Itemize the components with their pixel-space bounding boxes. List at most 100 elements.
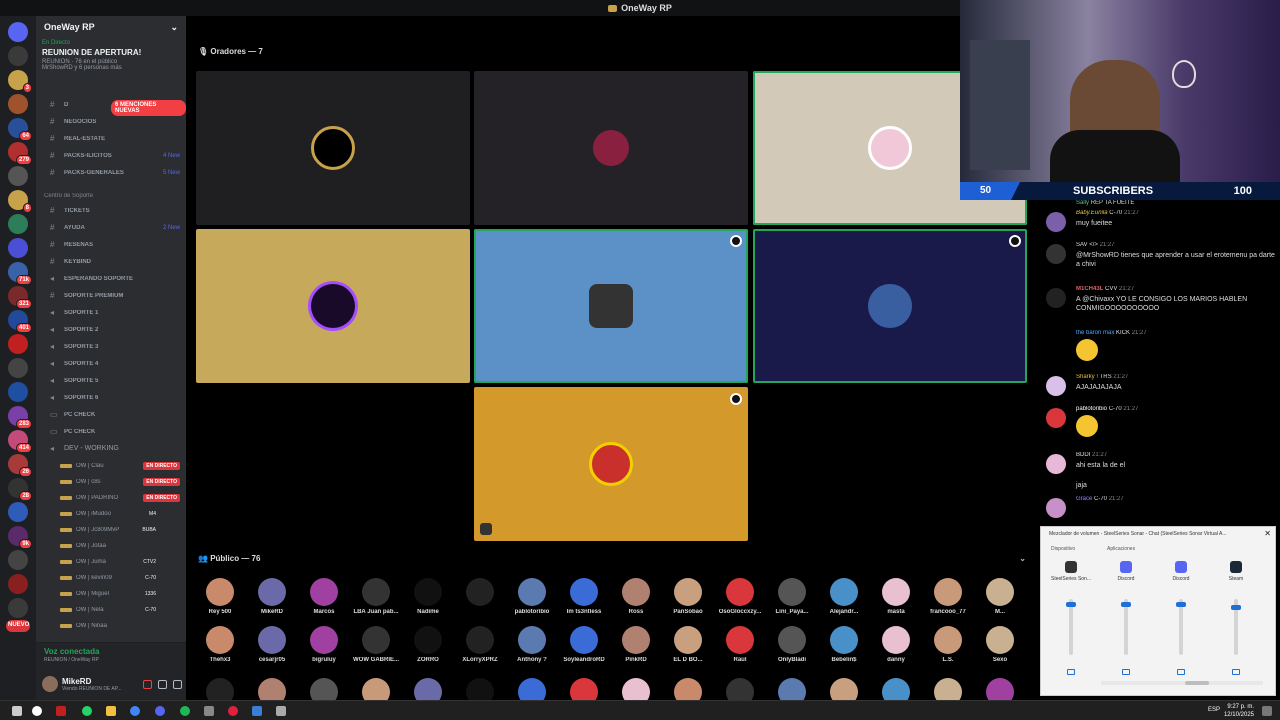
voice-channel[interactable]: ◂ SOPORTE 6 [36, 389, 186, 406]
volume-slider[interactable] [1231, 599, 1241, 655]
server-icon[interactable] [8, 94, 28, 114]
server-icon[interactable]: 401 [8, 310, 32, 333]
speaker-tile[interactable] [196, 229, 470, 383]
audience-member[interactable]: francooo_77 [924, 578, 972, 615]
server-icon[interactable] [8, 502, 28, 522]
voice-member[interactable]: OW | Nela C-70 [60, 602, 186, 618]
speaker-tile[interactable] [474, 387, 748, 541]
audience-member[interactable]: OnlyBladi [768, 626, 816, 663]
server-icon[interactable] [8, 334, 28, 354]
channel-item[interactable]: # PACKS-GENERALES 5 New [36, 164, 186, 181]
audience-member[interactable]: Raúl [716, 626, 764, 663]
audience-member[interactable]: Alejandr... [820, 578, 868, 615]
voice-member[interactable]: OW | Ninaa [60, 618, 186, 634]
start-icon[interactable] [32, 706, 42, 716]
audience-member[interactable]: PanSobao [664, 578, 712, 615]
channel-item[interactable]: # TICKETS [36, 202, 186, 219]
audience-member[interactable]: MikeRD [248, 578, 296, 615]
chevron-down-icon[interactable]: ⌄ [1019, 554, 1026, 563]
voice-member[interactable]: OW | PADRINO EN DIRECTO [60, 490, 186, 506]
server-icon[interactable] [8, 238, 28, 258]
audience-member[interactable]: Sexo [976, 626, 1024, 663]
voice-member[interactable]: OW | Juma CTV2 [60, 554, 186, 570]
audience-member[interactable]: masta [872, 578, 920, 615]
channel-item[interactable]: # KEYBIND [36, 253, 186, 270]
app-icon[interactable] [204, 706, 214, 716]
voice-member[interactable]: OW | iMudoo M4 [60, 506, 186, 522]
speaker-icon[interactable] [1067, 669, 1075, 675]
audience-member[interactable]: danny [872, 626, 920, 663]
audience-member[interactable]: Lini_Paya... [768, 578, 816, 615]
voice-channel[interactable]: ◂ SOPORTE 2 [36, 321, 186, 338]
audience-member[interactable]: Ross [612, 578, 660, 615]
volume-slider-thumb[interactable] [1121, 601, 1131, 607]
channel-item[interactable]: # REAL-ESTATE [36, 130, 186, 147]
chrome-icon[interactable] [130, 706, 140, 716]
audience-member[interactable]: pablotoribio [508, 578, 556, 615]
volume-slider-thumb[interactable] [1176, 601, 1186, 607]
channel-item[interactable]: # SOPORTE PREMIUM [36, 287, 186, 304]
audience-member[interactable]: Im ts3ntless [560, 578, 608, 615]
language-indicator[interactable]: ESP [1208, 707, 1220, 713]
audience-member[interactable]: Anthony ? [508, 626, 556, 663]
server-icon[interactable]: 8 [8, 190, 32, 213]
voice-member[interactable]: OW | kevin09 C-70 [60, 570, 186, 586]
server-icon[interactable]: 9k [8, 526, 32, 549]
audience-member[interactable]: M... [976, 578, 1024, 615]
audience-member[interactable]: L.S. [924, 626, 972, 663]
volume-slider-thumb[interactable] [1066, 601, 1076, 607]
speaker-icon[interactable] [1122, 669, 1130, 675]
voice-channel[interactable]: ◂ SOPORTE 4 [36, 355, 186, 372]
voice-channel[interactable]: ◂ SOPORTE 5 [36, 372, 186, 389]
audience-member[interactable] [456, 578, 504, 609]
audience-member[interactable]: Rey 500 [196, 578, 244, 615]
server-icon[interactable] [8, 574, 28, 594]
discord-icon[interactable] [155, 706, 165, 716]
server-icon[interactable]: 28 [8, 478, 32, 501]
volume-slider[interactable] [1176, 599, 1186, 655]
notepad-icon[interactable] [252, 706, 262, 716]
spotify-icon[interactable] [180, 706, 190, 716]
horizontal-scrollbar[interactable] [1101, 681, 1263, 685]
whatsapp-icon[interactable] [82, 706, 92, 716]
app-icon[interactable] [276, 706, 286, 716]
voice-member[interactable]: OW | Jotaa [60, 538, 186, 554]
channel-item[interactable]: # PACKS-ILÍCITOS 4 New [36, 147, 186, 164]
system-clock[interactable]: 9:27 p. m. 12/10/2025 [1224, 703, 1254, 719]
discord-home-icon[interactable] [8, 22, 28, 42]
audience-member[interactable]: bigruluy [300, 626, 348, 663]
audience-member[interactable]: Marcos [300, 578, 348, 615]
voice-channel[interactable]: ▭ PC CHECK [36, 406, 186, 423]
audience-member[interactable]: EL D BO... [664, 626, 712, 663]
channel-item[interactable]: # RESEÑAS [36, 236, 186, 253]
speaker-tile[interactable] [474, 229, 748, 383]
speaker-icon[interactable] [1232, 669, 1240, 675]
notification-icon[interactable] [1262, 706, 1272, 716]
audience-member[interactable]: PinkRD [612, 626, 660, 663]
close-icon[interactable]: ✕ [1264, 527, 1271, 541]
speaker-tile[interactable] [753, 229, 1027, 383]
file-explorer-icon[interactable] [106, 706, 116, 716]
voice-channel[interactable]: ◂ ESPERANDO SOPORTE [36, 270, 186, 287]
voice-channel-active[interactable]: ◂ DEV - WORKING [36, 440, 186, 457]
audience-member[interactable]: WOW GABRIE... [352, 626, 400, 663]
server-icon[interactable] [8, 598, 28, 618]
server-icon[interactable] [8, 358, 28, 378]
voice-channel[interactable]: ◂ SOPORTE 3 [36, 338, 186, 355]
volume-slider[interactable] [1121, 599, 1131, 655]
voice-channel[interactable]: ◂ SOPORTE 1 [36, 304, 186, 321]
audience-member[interactable]: Thehx3 [196, 626, 244, 663]
server-icon[interactable] [8, 166, 28, 186]
audience-member[interactable]: Nadime [404, 578, 452, 615]
widgets-icon[interactable] [12, 706, 22, 716]
scrollbar-thumb[interactable] [1185, 681, 1209, 685]
voice-connected-status[interactable]: Voz conectada [44, 647, 99, 656]
server-icon[interactable]: 26 [8, 454, 32, 477]
avatar[interactable] [42, 676, 58, 692]
obs-icon[interactable] [228, 706, 238, 716]
server-icon[interactable]: 283 [8, 406, 32, 429]
server-icon[interactable]: 3 [8, 70, 32, 93]
guild-header[interactable]: OneWay RP ⌄ [36, 16, 186, 38]
server-icon[interactable]: 414 [8, 430, 32, 453]
audience-member[interactable]: LBA Juan pab... [352, 578, 400, 615]
